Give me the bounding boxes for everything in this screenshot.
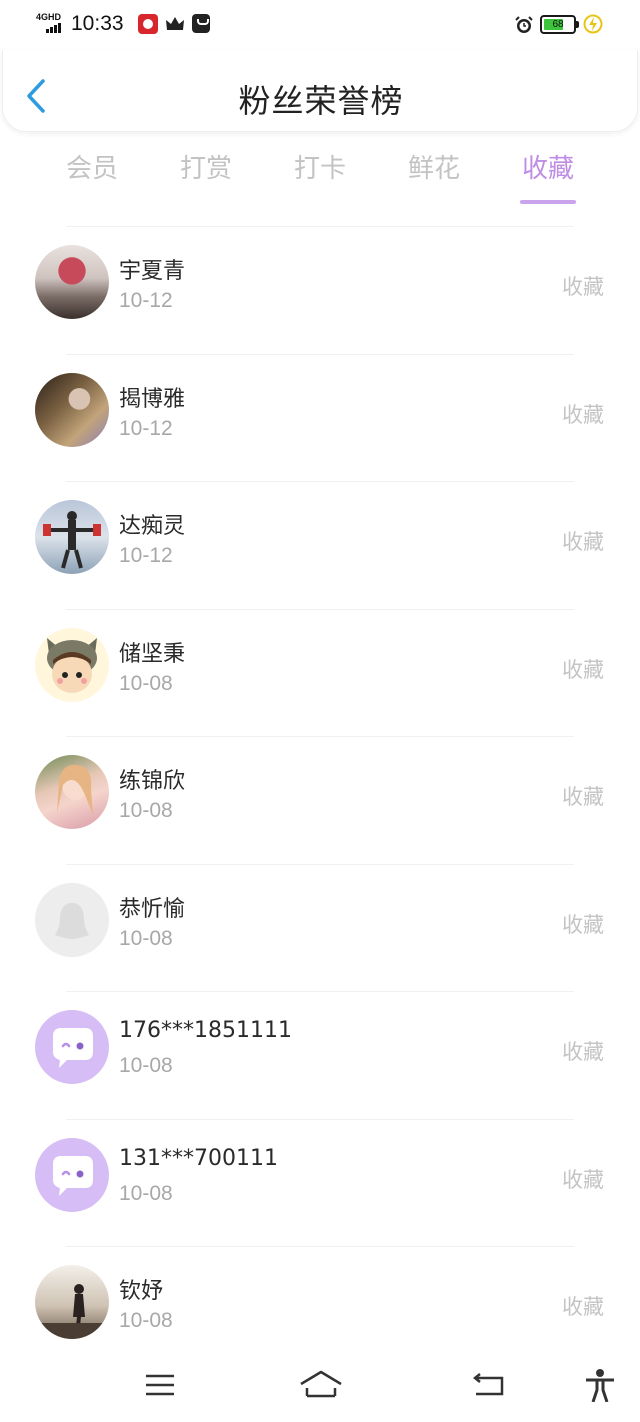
avatar	[35, 1137, 109, 1212]
action-label: 收藏	[562, 1040, 604, 1064]
page-title: 粉丝荣誉榜	[238, 82, 404, 120]
tab-reward[interactable]: 打赏	[161, 148, 251, 185]
bag-icon	[192, 14, 210, 33]
action-label: 收藏	[562, 1167, 604, 1192]
user-name: 储坚秉	[119, 641, 186, 667]
tab-favorites[interactable]: 收藏	[503, 148, 593, 185]
list-item[interactable]: 储坚秉 10-08 收藏	[0, 610, 640, 737]
user-name: 131***700111	[119, 1145, 278, 1171]
avatar	[35, 372, 109, 447]
user-name: 练锦欣	[119, 769, 186, 794]
alarm-icon	[514, 15, 534, 35]
date: 10-08	[119, 1054, 173, 1077]
avatar	[35, 1265, 109, 1339]
signal-icon: 4GHD	[36, 12, 66, 34]
default-avatar-icon	[55, 902, 89, 939]
avatar	[35, 627, 109, 702]
user-name: 钦妤	[119, 1279, 164, 1304]
battery-icon: 68	[540, 15, 579, 34]
list-item[interactable]: 176***1851111 10-08 收藏	[0, 992, 640, 1120]
system-nav-bar	[0, 1356, 640, 1422]
list-item[interactable]: 宇夏青 10-12 收藏	[0, 227, 640, 355]
avatar	[35, 500, 109, 574]
back-icon[interactable]	[470, 1368, 510, 1402]
date: 10-08	[119, 1309, 173, 1332]
avatar	[35, 882, 109, 957]
user-name: 达痴灵	[119, 514, 186, 539]
list-item[interactable]: 练锦欣 10-08 收藏	[0, 737, 640, 865]
tab-bar: 会员 打赏 打卡 鲜花 收藏	[0, 148, 640, 208]
list-item[interactable]: 揭博雅 10-12 收藏	[0, 355, 640, 482]
tab-member[interactable]: 会员	[47, 148, 137, 185]
user-name: 揭博雅	[119, 386, 186, 412]
crown-icon	[165, 15, 185, 33]
chat-bubble-avatar-icon	[53, 1155, 93, 1196]
menu-icon[interactable]	[140, 1368, 180, 1402]
active-tab-indicator	[520, 200, 576, 204]
avatar	[35, 245, 109, 319]
action-label: 收藏	[562, 530, 604, 554]
list-item[interactable]: 达痴灵 10-12 收藏	[0, 482, 640, 610]
action-label: 收藏	[562, 402, 604, 427]
avatar	[35, 1010, 109, 1084]
date: 10-12	[119, 544, 173, 567]
status-time: 10:33	[71, 12, 124, 35]
action-label: 收藏	[562, 912, 604, 937]
list-item[interactable]: 恭忻愉 10-08 收藏	[0, 865, 640, 992]
battery-level: 68	[552, 19, 564, 30]
action-label: 收藏	[562, 785, 604, 809]
header: 粉丝荣誉榜	[2, 50, 638, 132]
list-item[interactable]: 131***700111 10-08 收藏	[0, 1120, 640, 1247]
user-name: 宇夏青	[119, 259, 186, 284]
fan-list: 宇夏青 10-12 收藏 揭博雅 10-12 收藏 达痴灵 10-12 收藏 储…	[0, 227, 640, 1375]
date: 10-12	[119, 289, 173, 312]
home-icon[interactable]	[299, 1368, 342, 1402]
network-type: 4GHD	[36, 12, 62, 22]
app-red-icon	[138, 14, 158, 34]
tab-checkin[interactable]: 打卡	[275, 148, 365, 185]
charging-icon	[583, 14, 603, 34]
tab-flowers[interactable]: 鲜花	[389, 148, 479, 185]
action-label: 收藏	[562, 275, 604, 299]
date: 10-12	[119, 416, 173, 440]
date: 10-08	[119, 1181, 173, 1205]
user-name: 176***1851111	[119, 1018, 292, 1043]
date: 10-08	[119, 926, 173, 950]
chat-bubble-avatar-icon	[53, 1028, 93, 1068]
accessibility-icon[interactable]	[580, 1368, 620, 1403]
date: 10-08	[119, 671, 173, 695]
date: 10-08	[119, 799, 173, 822]
action-label: 收藏	[562, 657, 604, 682]
action-label: 收藏	[562, 1295, 604, 1319]
status-bar: 4GHD 10:33 68	[0, 0, 640, 50]
avatar	[35, 755, 109, 829]
user-name: 恭忻愉	[119, 896, 186, 922]
